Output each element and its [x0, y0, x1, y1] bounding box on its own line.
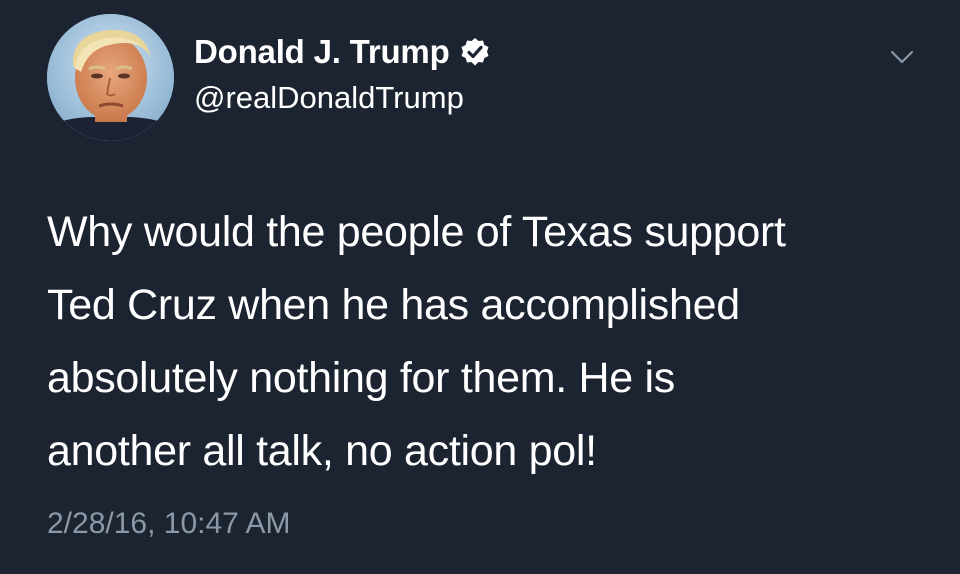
profile-photo-icon: [47, 14, 174, 141]
author-name-row[interactable]: Donald J. Trump: [194, 30, 490, 74]
author-display-name[interactable]: Donald J. Trump: [194, 33, 450, 71]
avatar[interactable]: [47, 14, 174, 141]
chevron-down-icon[interactable]: [890, 48, 914, 66]
tweet-text: Why would the people of Texas support Te…: [47, 208, 786, 475]
tweet-card: Donald J. Trump @realDonaldTrump Why wou…: [0, 0, 960, 574]
tweet-timestamp[interactable]: 2/28/16, 10:47 AM: [47, 507, 291, 541]
author-handle[interactable]: @realDonaldTrump: [194, 80, 464, 116]
verified-badge-icon: [460, 37, 490, 67]
